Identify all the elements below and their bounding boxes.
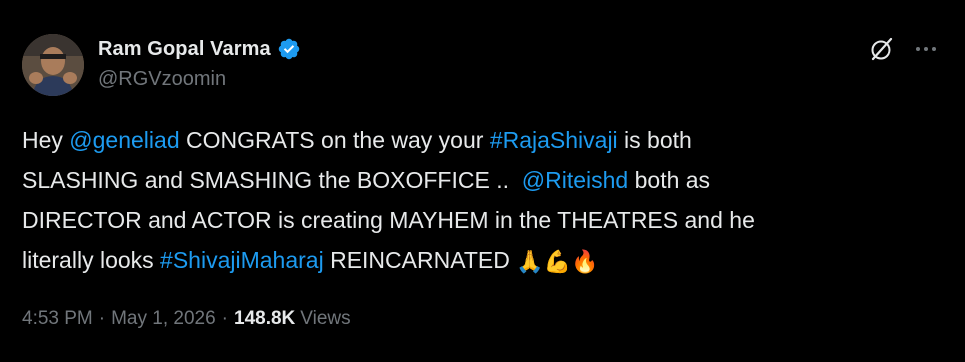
author-display-name[interactable]: Ram Gopal Varma xyxy=(98,38,271,61)
tweet-line-1: Hey @geneliad CONGRATS on the way your #… xyxy=(22,120,942,160)
tweet-text-segment: Hey xyxy=(22,127,70,153)
avatar[interactable] xyxy=(22,34,84,96)
hashtag-link[interactable]: #RajaShivaji xyxy=(490,127,618,153)
tweet-text-segment: is both xyxy=(617,127,692,153)
views-label: Views xyxy=(300,308,351,329)
verified-badge-icon[interactable] xyxy=(277,37,301,61)
tweet-line-2: SLASHING and SMASHING the BOXOFFICE .. @… xyxy=(22,160,942,200)
views-count[interactable]: 148.8K xyxy=(234,308,295,330)
grok-icon[interactable] xyxy=(867,34,897,64)
tweet-time[interactable]: 4:53 PM xyxy=(22,308,93,330)
tweet-text-segment: DIRECTOR and ACTOR is creating MAYHEM in… xyxy=(22,207,755,233)
meta-separator: · xyxy=(98,308,106,329)
mention-link[interactable]: @geneliad xyxy=(69,127,179,153)
tweet-text-segment: CONGRATS on the way your xyxy=(179,127,490,153)
hashtag-link[interactable]: #ShivajiMaharaj xyxy=(160,247,324,273)
tweet-text-segment: both as xyxy=(628,167,711,193)
tweet-text: Hey @geneliad CONGRATS on the way your #… xyxy=(22,120,942,282)
tweet-line-4: literally looks #ShivajiMaharaj REINCARN… xyxy=(22,240,942,282)
author-handle[interactable]: @RGVzoomin xyxy=(98,68,226,91)
tweet-top-actions xyxy=(867,34,941,64)
tweet-text-segment: REINCARNATED xyxy=(323,247,517,273)
meta-separator: · xyxy=(221,308,228,329)
more-icon[interactable] xyxy=(911,34,941,64)
avatar-image xyxy=(22,34,84,96)
tweet-line-3: DIRECTOR and ACTOR is creating MAYHEM in… xyxy=(22,200,942,240)
tweet-card: Ram Gopal Varma @RGVzoomin Hey @geneliad… xyxy=(0,0,965,362)
tweet-date[interactable]: May 1, 2026 xyxy=(111,308,216,330)
tweet-meta: 4:53 PM · May 1, 2026 · 148.8K Views xyxy=(22,308,351,330)
author-name-row: Ram Gopal Varma xyxy=(98,36,301,62)
mention-link[interactable]: @Riteishd xyxy=(522,167,628,193)
tweet-text-segment: literally looks xyxy=(22,247,161,273)
tweet-text-segment: SLASHING and SMASHING the BOXOFFICE .. xyxy=(22,167,522,193)
emoji-group: 🙏💪🔥 xyxy=(516,249,599,274)
